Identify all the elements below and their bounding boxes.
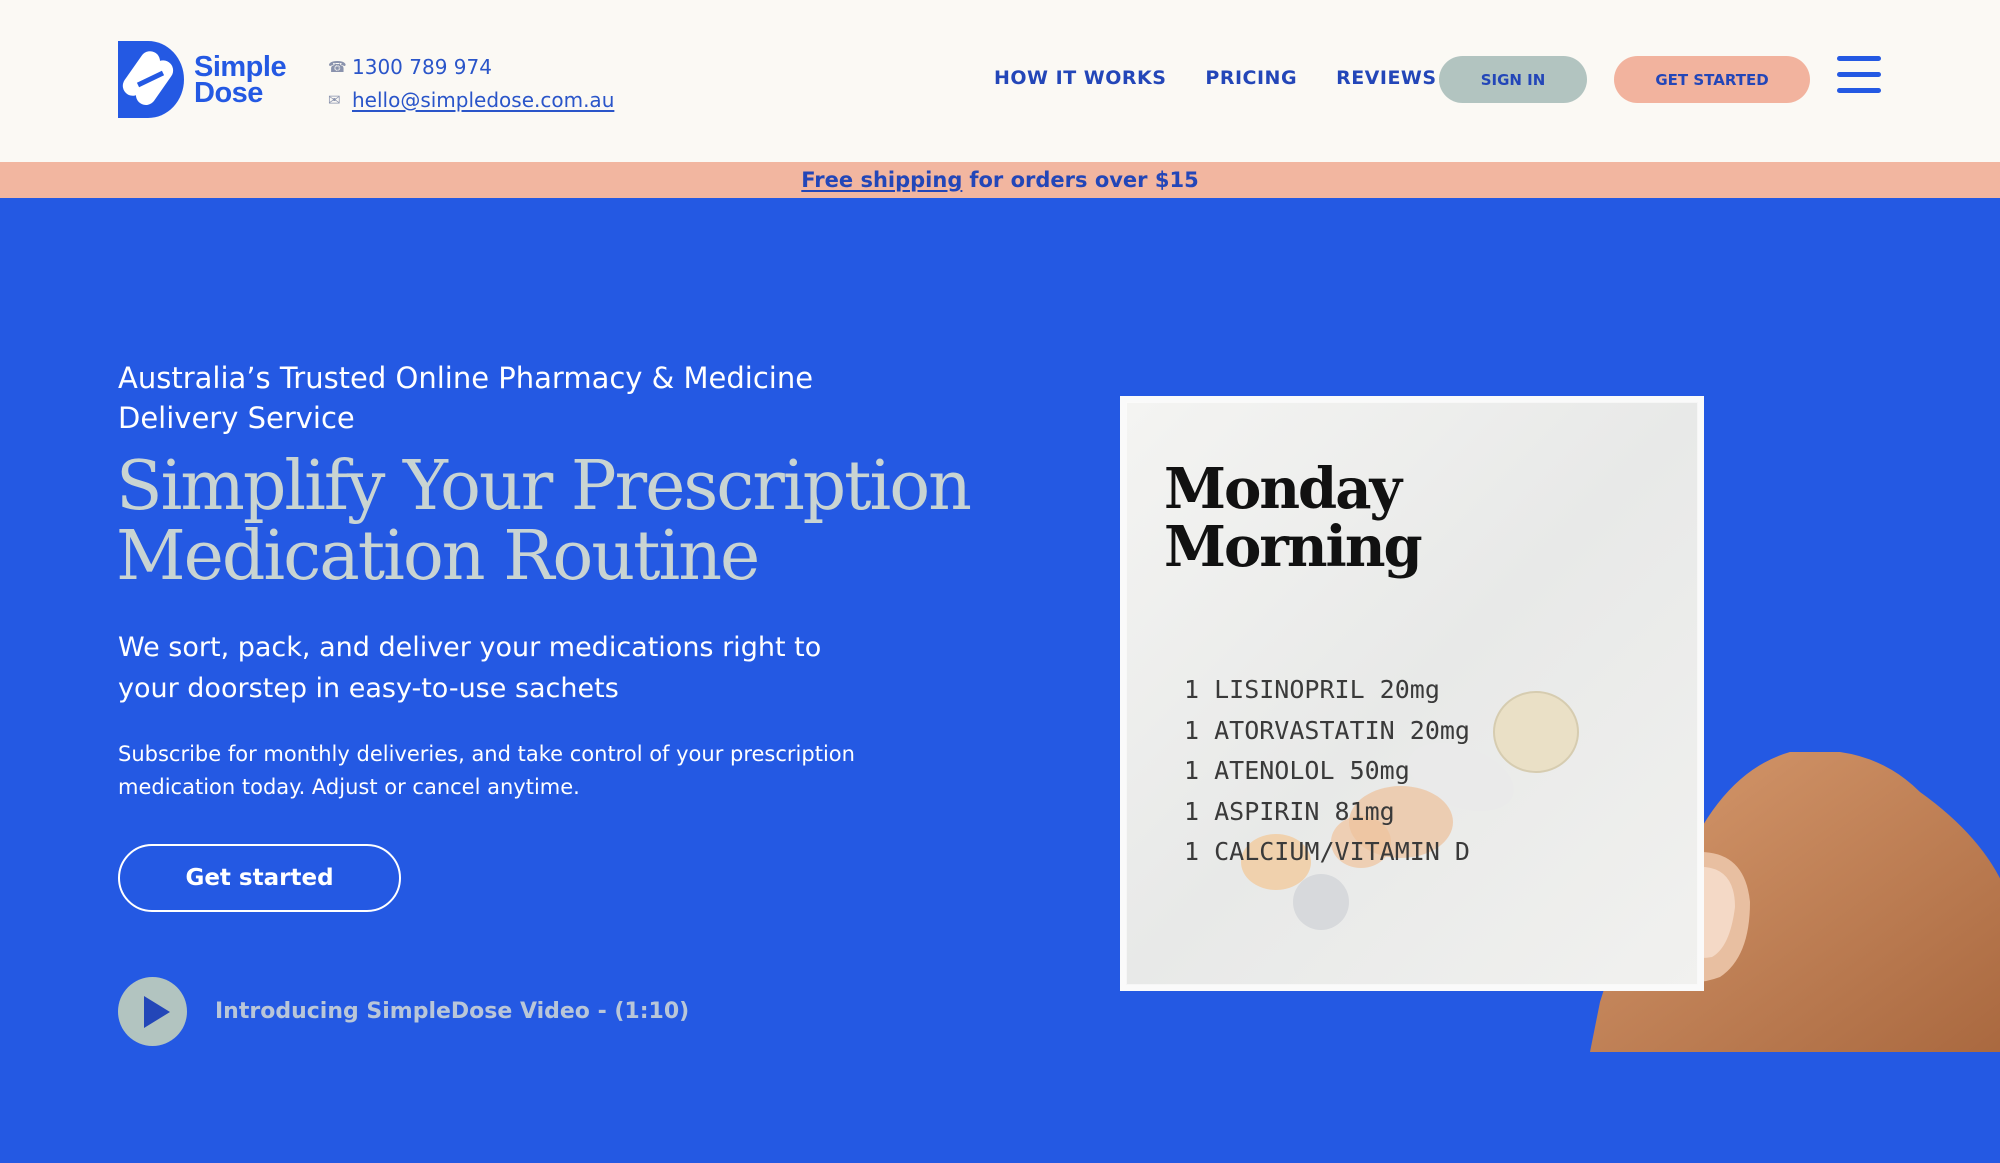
hero-eyebrow: Australia’s Trusted Online Pharmacy & Me… (118, 361, 814, 435)
phone-number[interactable]: 1300 789 974 (352, 55, 492, 79)
hero-subtitle: We sort, pack, and deliver your medicati… (118, 632, 822, 704)
medication-item: 1 CALCIUM/VITAMIN D (1184, 837, 1470, 866)
site-header: Simple Dose ☎ 1300 789 974 ✉ hello@simpl… (0, 0, 2000, 162)
video-label[interactable]: Introducing SimpleDose Video - (1:10) (215, 999, 689, 1024)
medication-item: 1 ATENOLOL 50mg (1184, 756, 1410, 785)
logo-icon (118, 41, 184, 118)
sachet-title: Monday Morning (1164, 456, 1423, 580)
free-shipping-link[interactable]: Free shipping (801, 168, 962, 192)
sachet-medication-list: 1 LISINOPRIL 20mg 1 ATORVASTATIN 20mg 1 … (1184, 670, 1470, 873)
medication-item: 1 ASPIRIN 81mg (1184, 796, 1395, 826)
hero-body: Subscribe for monthly deliveries, and ta… (118, 742, 855, 799)
logo-text-line2: Dose (194, 76, 263, 109)
sachet-title-line1: Monday (1164, 456, 1402, 522)
sign-in-button[interactable]: SIGN IN (1439, 56, 1587, 103)
envelope-icon: ✉ (328, 90, 341, 109)
promo-bar: Free shipping for orders over $15 (0, 162, 2000, 198)
logo-text-line1: Simple (194, 50, 287, 83)
sachet-title-line2: Morning (1164, 514, 1423, 580)
logo[interactable]: Simple Dose (118, 41, 287, 118)
menu-icon[interactable] (1837, 56, 1881, 93)
header-get-started-button[interactable]: GET STARTED (1614, 56, 1810, 103)
promo-text: for orders over $15 (969, 168, 1199, 192)
medication-item: 1 ATORVASTATIN 20mg (1184, 715, 1470, 745)
intro-video[interactable]: Introducing SimpleDose Video - (1:10) (118, 977, 689, 1046)
phone-icon: ☎ (328, 57, 347, 76)
hero-title: Simplify Your Prescription Medication Ro… (116, 452, 1016, 592)
hero-get-started-button[interactable]: Get started (118, 844, 401, 912)
product-image: Monday Morning 1 LISINOPRIL 20mg 1 ATORV… (1120, 392, 2000, 1052)
hero-title-line2: Medication Routine (116, 517, 760, 596)
contact-info: ☎ 1300 789 974 ✉ hello@simpledose.com.au (328, 50, 614, 116)
contact-phone[interactable]: ☎ 1300 789 974 (328, 50, 614, 83)
medication-item: 1 LISINOPRIL 20mg (1184, 675, 1440, 704)
main-nav: HOW IT WORKS PRICING REVIEWS (994, 67, 1437, 89)
nav-reviews[interactable]: REVIEWS (1336, 67, 1437, 89)
play-icon[interactable] (118, 977, 187, 1046)
email-link[interactable]: hello@simpledose.com.au (352, 88, 614, 112)
nav-how-it-works[interactable]: HOW IT WORKS (994, 67, 1166, 89)
contact-email[interactable]: ✉ hello@simpledose.com.au (328, 83, 614, 116)
nav-pricing[interactable]: PRICING (1205, 67, 1297, 89)
logo-text: Simple Dose (194, 50, 287, 109)
medication-sachet: Monday Morning 1 LISINOPRIL 20mg 1 ATORV… (1120, 396, 1704, 991)
hero-title-line1: Simplify Your Prescription (116, 447, 972, 526)
